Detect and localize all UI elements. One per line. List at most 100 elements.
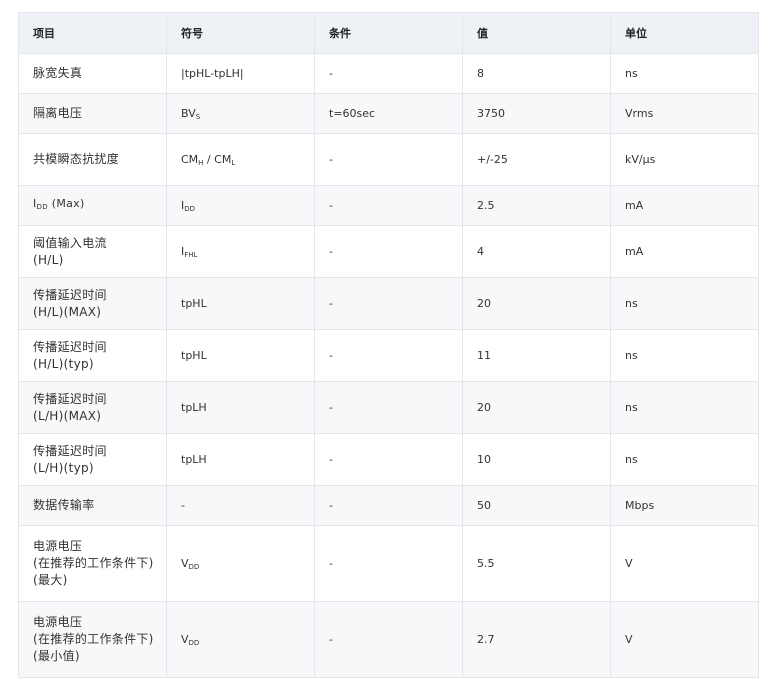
header-unit: 单位 (610, 12, 759, 54)
table-row: 电源电压 (在推荐的工作条件下) (最小值) VDD -2.7 V (18, 601, 759, 678)
item-line: 电源电压 (33, 539, 83, 553)
cell-condition: - (314, 277, 463, 330)
cell-value: 50 (462, 485, 611, 526)
cell-unit: Mbps (610, 485, 759, 526)
cell-symbol: - (166, 485, 315, 526)
symbol-subscript: FHL (184, 250, 198, 259)
cell-unit: Vrms (610, 93, 759, 134)
table-row: 传播延迟时间 (H/L)(typ) tpHL -11 ns (18, 329, 759, 382)
table-body: 脉宽失真 |tpHL-tpLH| -8 ns 隔离电压 BVS t=60sec 3750 Vrm… (18, 53, 759, 678)
item-line: 脉宽失真 (33, 66, 83, 80)
item-line: (在推荐的工作条件下) (33, 556, 154, 570)
cell-unit: ns (610, 277, 759, 330)
cell-condition: - (314, 53, 463, 94)
item-line: 传播延迟时间 (33, 287, 107, 302)
item-line: (L/H)(MAX) (33, 408, 102, 423)
symbol-base: V (181, 556, 189, 570)
cell-condition: - (314, 485, 463, 526)
table-row: 共模瞬态抗扰度 CMH / CML - +/-25 kV/μs (18, 133, 759, 186)
cell-value: 3750 (462, 93, 611, 134)
cell-value: 2.7 (462, 601, 611, 678)
table-row: 隔离电压 BVS t=60sec 3750 Vrms (18, 93, 759, 134)
cell-value: 20 (462, 277, 611, 330)
cell-item: 电源电压 (在推荐的工作条件下) (最小值) (18, 601, 167, 678)
item-line: 共模瞬态抗扰度 (33, 152, 120, 166)
symbol-base: tpHL (181, 349, 207, 362)
header-condition: 条件 (314, 12, 463, 54)
cell-symbol: tpLH (166, 433, 315, 486)
symbol-base: tpHL (181, 297, 207, 310)
cell-value: 2.5 (462, 185, 611, 226)
header-row: 项目 符号 条件 值 单位 (18, 12, 759, 54)
item-line: 电源电压 (33, 615, 83, 629)
cell-unit: ns (610, 329, 759, 382)
cell-value: 5.5 (462, 525, 611, 602)
item-line: (最大) (33, 573, 68, 587)
cell-unit: mA (610, 185, 759, 226)
symbol-base: V (181, 632, 189, 646)
item-line: (H/L)(MAX) (33, 304, 102, 319)
cell-unit: kV/μs (610, 133, 759, 186)
cell-condition: - (314, 133, 463, 186)
cell-symbol: CMH / CML (166, 133, 315, 186)
cell-item: 传播延迟时间 (H/L)(MAX) (18, 277, 167, 330)
cell-condition: t=60sec (314, 93, 463, 134)
cell-item: IDD (Max) (18, 185, 167, 226)
cell-condition: - (314, 329, 463, 382)
cell-condition: - (314, 185, 463, 226)
header-symbol: 符号 (166, 12, 315, 54)
symbol-base: tpLH (181, 401, 207, 414)
cell-symbol: BVS (166, 93, 315, 134)
cell-unit: ns (610, 381, 759, 434)
cell-item: 共模瞬态抗扰度 (18, 133, 167, 186)
item-line: 传播延迟时间 (33, 391, 107, 406)
table-row: IDD (Max) IDD -2.5 mA (18, 185, 759, 226)
symbol-base: BV (181, 106, 196, 120)
cell-unit: ns (610, 433, 759, 486)
cell-symbol: VDD (166, 525, 315, 602)
cell-symbol: tpHL (166, 329, 315, 382)
cell-symbol: |tpHL-tpLH| (166, 53, 315, 94)
symbol-base: |tpHL-tpLH| (181, 67, 244, 80)
table-row: 阈值输入电流 (H/L) IFHL -4 mA (18, 225, 759, 278)
symbol-subscript: DD (188, 638, 200, 647)
cell-condition: - (314, 525, 463, 602)
cell-item: 传播延迟时间 (H/L)(typ) (18, 329, 167, 382)
cell-symbol: VDD (166, 601, 315, 678)
symbol-mid: / CM (203, 152, 232, 166)
item-line: (L/H)(typ) (33, 460, 94, 475)
table-row: 传播延迟时间 (H/L)(MAX) tpHL -20 ns (18, 277, 759, 330)
spec-table: 项目 符号 条件 值 单位 脉宽失真 |tpHL-tpLH| -8 ns 隔离电压 BVS… (18, 12, 759, 678)
cell-condition: - (314, 381, 463, 434)
cell-value: 8 (462, 53, 611, 94)
cell-item: 传播延迟时间 (L/H)(MAX) (18, 381, 167, 434)
cell-item: 阈值输入电流 (H/L) (18, 225, 167, 278)
header-value: 值 (462, 12, 611, 54)
symbol-base: tpLH (181, 453, 207, 466)
item-line: 传播延迟时间 (33, 443, 107, 458)
table-row: 数据传输率 - -50 Mbps (18, 485, 759, 526)
cell-item: 数据传输率 (18, 485, 167, 526)
item-line: (最小值) (33, 649, 80, 663)
table-row: 传播延迟时间 (L/H)(MAX) tpLH -20 ns (18, 381, 759, 434)
cell-value: 11 (462, 329, 611, 382)
cell-item: 脉宽失真 (18, 53, 167, 94)
table-row: 传播延迟时间 (L/H)(typ) tpLH -10 ns (18, 433, 759, 486)
cell-unit: V (610, 601, 759, 678)
cell-condition: - (314, 433, 463, 486)
cell-symbol: IFHL (166, 225, 315, 278)
symbol-base: CM (181, 152, 199, 166)
item-tail: (Max) (47, 197, 85, 210)
cell-unit: ns (610, 53, 759, 94)
item-line: (H/L) (33, 252, 64, 267)
table-header: 项目 符号 条件 值 单位 (18, 12, 759, 54)
cell-value: 4 (462, 225, 611, 278)
cell-unit: V (610, 525, 759, 602)
item-subscript: DD (36, 203, 48, 211)
cell-condition: - (314, 225, 463, 278)
symbol-base: - (181, 499, 185, 512)
cell-value: 20 (462, 381, 611, 434)
cell-value: 10 (462, 433, 611, 486)
item-line: 隔离电压 (33, 106, 83, 120)
item-line: (H/L)(typ) (33, 356, 94, 371)
